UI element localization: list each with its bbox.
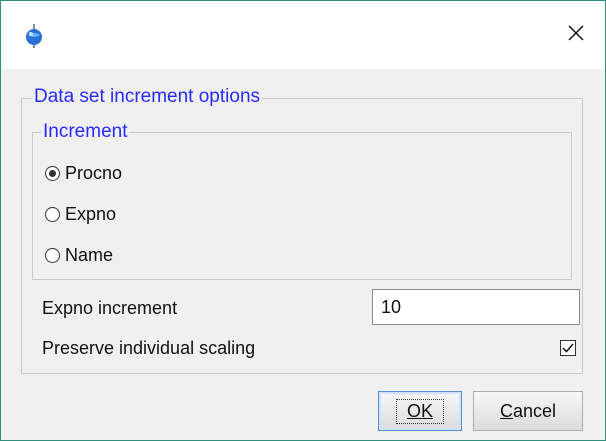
radio-name[interactable]: Name [45, 243, 113, 267]
cancel-mnemonic: C [499, 400, 513, 421]
close-button[interactable] [547, 1, 605, 69]
radio-name-button[interactable] [45, 247, 60, 263]
preserve-scaling-checkbox[interactable] [560, 340, 576, 356]
cancel-button[interactable]: Cancel [473, 391, 583, 431]
ok-button[interactable]: OK [378, 391, 462, 431]
radio-procno-button[interactable] [45, 165, 60, 181]
increment-group-title: Increment [41, 121, 130, 143]
radio-expno-label: Expno [65, 203, 117, 224]
radio-procno-label: Procno [65, 162, 123, 183]
cancel-button-label: ancel [512, 400, 557, 421]
title-bar [1, 1, 605, 69]
app-globe-icon [23, 23, 45, 49]
increment-options-title: Data set increment options [32, 86, 263, 108]
increment-options-group: Data set increment options Increment Pro… [21, 86, 583, 374]
dialog-window: Data set increment options Increment Pro… [0, 0, 606, 441]
increment-group: Increment Procno Expno Name [32, 121, 572, 280]
expno-increment-input[interactable] [372, 289, 580, 325]
preserve-scaling-label: Preserve individual scaling [42, 338, 256, 358]
radio-expno[interactable]: Expno [45, 202, 116, 226]
close-icon [568, 24, 584, 46]
radio-expno-button[interactable] [45, 206, 60, 222]
ok-button-label: OK [395, 398, 445, 424]
expno-increment-label: Expno increment [42, 298, 178, 318]
radio-procno[interactable]: Procno [45, 161, 122, 185]
radio-name-label: Name [65, 244, 114, 265]
